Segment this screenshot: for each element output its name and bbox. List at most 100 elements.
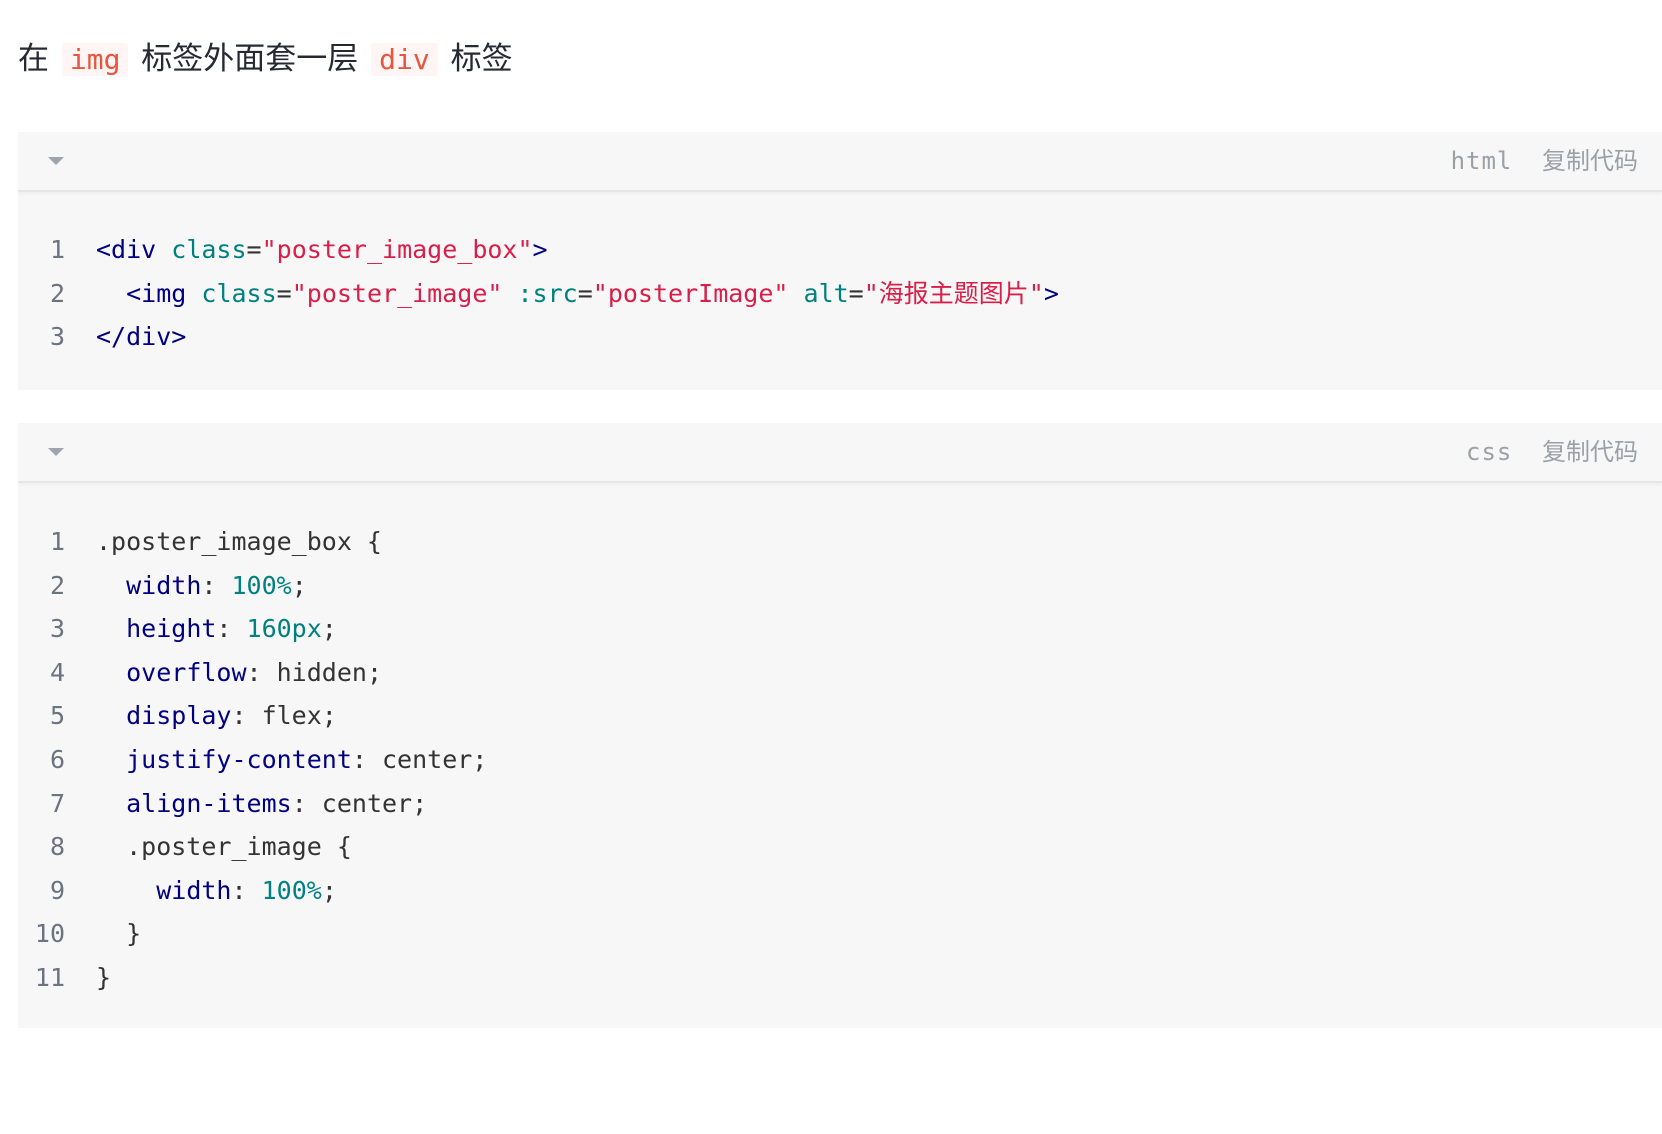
code-token: height: [126, 614, 217, 644]
code-line: 10 }: [18, 912, 1662, 956]
code-token: align-items: [126, 788, 292, 818]
line-number: 7: [49, 788, 65, 818]
copy-code-button[interactable]: 复制代码: [1542, 438, 1638, 466]
code-token: width: [126, 570, 202, 600]
code-body: 1 <div class="poster_image_box"> 2 <img cl…: [18, 228, 1662, 359]
code-line: 7 align-items: center;: [18, 782, 1662, 826]
inline-code-img: img: [61, 43, 129, 76]
line-content: width: 100%;: [96, 564, 307, 608]
code-token: =: [848, 278, 864, 308]
code-token: 100%: [231, 570, 292, 600]
code-line: 8 .poster_image {: [18, 825, 1662, 869]
code-token: <div: [96, 235, 157, 264]
code-token: class: [201, 278, 277, 308]
code-token: ;: [321, 614, 337, 644]
code-block-header: css 复制代码: [18, 423, 1662, 483]
code-block-css: css 复制代码 1 .poster_image_box { 2 width: 10…: [18, 423, 1662, 1028]
inline-code-div: div: [371, 43, 438, 76]
code-token: class: [171, 235, 247, 264]
code-line: 11}: [18, 956, 1662, 1000]
line-number: 1: [49, 235, 65, 264]
line-content: justify-content: center;: [96, 738, 487, 782]
code-line: 3 height: 160px;: [18, 607, 1662, 651]
code-token: :src: [517, 278, 578, 308]
code-token: width: [156, 875, 232, 905]
intro-prefix: 在: [18, 41, 49, 77]
code-token: "海报主题图片": [863, 278, 1044, 308]
code-token: =: [577, 278, 593, 308]
line-number: 11: [34, 962, 65, 992]
line-content: .poster_image {: [96, 825, 352, 869]
code-token: >: [1043, 278, 1059, 308]
line-number: 10: [34, 919, 65, 949]
line-content: overflow: hidden;: [96, 651, 382, 695]
line-number: 2: [49, 278, 65, 308]
line-number: 3: [49, 322, 65, 352]
code-token: "poster_image_box": [261, 235, 533, 264]
line-number: 2: [49, 570, 65, 600]
intro-paragraph: 在 img 标签外面套一层 div 标签: [18, 34, 513, 84]
code-body: 1 .poster_image_box {2 width: 100%; 3 heig…: [18, 520, 1662, 1000]
language-label: html: [1450, 147, 1513, 175]
code-token: }: [96, 962, 112, 992]
code-token: }: [96, 919, 142, 949]
code-token: overflow: [126, 657, 247, 687]
code-token: :: [201, 570, 232, 600]
code-line: 2 width: 100%;: [18, 564, 1662, 608]
code-token: :: [216, 614, 247, 644]
line-content: </div>: [96, 315, 186, 359]
code-token: display: [126, 701, 232, 731]
collapse-caret-icon[interactable]: [48, 448, 64, 456]
code-token: : center;: [351, 744, 488, 774]
code-token: : flex;: [231, 701, 337, 731]
code-line: 1 .poster_image_box {: [18, 520, 1662, 564]
line-content: }: [96, 912, 141, 956]
code-line: 6 justify-content: center;: [18, 738, 1662, 782]
code-token: "posterImage": [592, 278, 789, 308]
code-token: >: [532, 235, 548, 264]
intro-suffix: 标签: [450, 41, 513, 77]
line-number: 3: [49, 614, 65, 644]
line-content: align-items: center;: [96, 782, 427, 826]
code-token: : center;: [291, 788, 428, 818]
code-token: ;: [291, 570, 307, 600]
code-token: .poster_image_box {: [96, 527, 382, 556]
code-token: =: [246, 235, 262, 264]
line-content: <div class="poster_image_box">: [96, 228, 548, 272]
code-token: 160px: [246, 614, 322, 644]
code-token: .poster_image {: [96, 832, 352, 862]
line-number: 6: [49, 744, 65, 774]
code-token: alt: [803, 278, 849, 308]
line-content: width: 100%;: [96, 869, 337, 913]
code-token: </div>: [96, 322, 187, 352]
code-token: <img: [126, 278, 187, 308]
line-content: .poster_image_box {: [96, 520, 382, 564]
copy-code-button[interactable]: 复制代码: [1542, 147, 1638, 175]
intro-middle: 标签外面套一层: [141, 41, 359, 77]
code-block-header: html 复制代码: [18, 132, 1662, 192]
line-number: 8: [49, 832, 65, 862]
code-line: 4 overflow: hidden;: [18, 651, 1662, 695]
code-token: ;: [321, 875, 337, 905]
code-token: 100%: [261, 875, 322, 905]
code-token: justify-content: [126, 744, 352, 774]
code-line: 9 width: 100%;: [18, 869, 1662, 913]
code-token: :: [231, 875, 262, 905]
code-line: 2 <img class="poster_image" :src="poster…: [18, 272, 1662, 316]
language-label: css: [1466, 438, 1513, 466]
code-token: "poster_image": [291, 278, 503, 308]
collapse-caret-icon[interactable]: [48, 157, 64, 165]
code-block-toolbar: html 复制代码: [1451, 144, 1638, 178]
line-number: 1: [49, 527, 65, 556]
code-token: =: [276, 278, 292, 308]
